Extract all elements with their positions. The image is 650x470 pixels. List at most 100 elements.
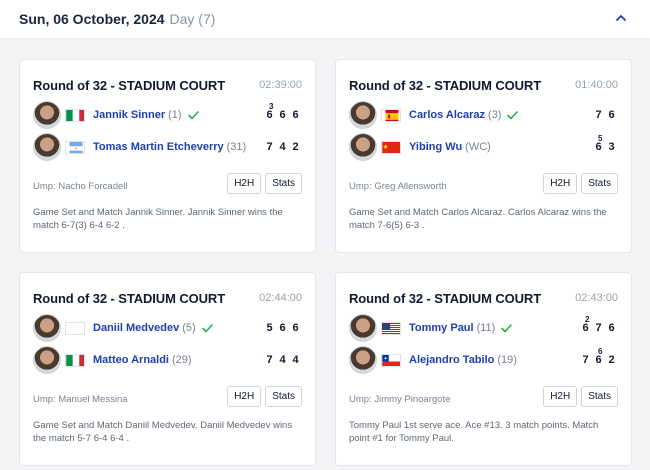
match-round: Round of 32 - STADIUM COURT [349, 78, 542, 93]
set-score: 6 [279, 109, 286, 121]
stats-button[interactable]: Stats [581, 173, 618, 194]
match-description: Tommy Paul 1st serve ace. Ace #13. 3 mat… [349, 420, 599, 444]
set-score: 6 [292, 322, 299, 334]
argentina-flag-icon [65, 140, 85, 154]
set-score: 4 [279, 354, 286, 366]
player-row: Alejandro Tabilo (19) 7 6 6 2 [349, 346, 618, 374]
set-score: 3 [608, 141, 615, 153]
match-duration: 02:43:00 [575, 292, 618, 304]
player-seed: (3) [488, 109, 502, 121]
player-avatar[interactable] [33, 101, 61, 129]
set-score: 7 [266, 141, 273, 153]
set-score: 7 [582, 354, 589, 366]
set-score: 65 [595, 134, 603, 153]
tiebreak-score: 5 [598, 134, 603, 143]
set-scores: 744 [263, 346, 302, 374]
player-name[interactable]: Daniil Medvedev [93, 322, 179, 334]
neutral-flag-icon [65, 321, 85, 335]
set-scores: 65 3 [592, 133, 618, 161]
set-score: 6 [608, 322, 615, 334]
player-seed: (31) [226, 141, 247, 153]
day-date: Sun, 06 October, 2024 [19, 11, 165, 27]
day-number: Day (7) [169, 11, 216, 27]
stats-button[interactable]: Stats [581, 386, 618, 407]
set-score: 4 [279, 141, 286, 153]
player-seed: (WC) [465, 141, 491, 153]
player-row: Tommy Paul (11) 6 2 7 6 [349, 314, 618, 342]
set-scores: 742 [263, 133, 302, 161]
player-row: Matteo Arnaldi (29) 7 4 4 [33, 346, 302, 374]
tiebreak-score: 6 [598, 347, 603, 356]
player-avatar[interactable] [33, 346, 61, 374]
match-description: Game Set and Match Daniil Medvedev. Dani… [33, 420, 293, 444]
set-score: 2 [608, 354, 615, 366]
player-row: Jannik Sinner (1) 6 3 6 6 [33, 101, 302, 129]
set-scores: 7 66 2 [579, 346, 618, 374]
umpire-name: Ump: Jimmy Pinoargote [349, 394, 451, 405]
winner-check-icon [507, 110, 519, 119]
stats-button[interactable]: Stats [265, 173, 302, 194]
h2h-button[interactable]: H2H [543, 386, 578, 407]
match-description: Game Set and Match Jannik Sinner. Jannik… [33, 207, 283, 231]
player-name[interactable]: Alejandro Tabilo [409, 354, 494, 366]
match-round: Round of 32 - STADIUM COURT [33, 78, 226, 93]
player-row: Daniil Medvedev (5) 5 6 6 [33, 314, 302, 342]
match-card[interactable]: Round of 32 - STADIUM COURT 01:40:00 Carlo… [335, 59, 632, 253]
player-name[interactable]: Yibing Wu [409, 141, 462, 153]
set-score: 6 [608, 109, 615, 121]
day-header[interactable]: Sun, 06 October, 2024 Day (7) [0, 0, 650, 38]
winner-check-icon [187, 110, 199, 119]
italy-flag-icon [65, 108, 85, 122]
set-score: 6 [292, 109, 299, 121]
set-score: 6 [279, 322, 286, 334]
player-name[interactable]: Tommy Paul [409, 322, 474, 334]
set-score: 62 [582, 315, 590, 334]
set-score: 7 [266, 354, 273, 366]
match-duration: 01:40:00 [575, 79, 618, 91]
player-seed: (5) [182, 322, 196, 334]
usa-flag-icon [381, 321, 401, 335]
set-score: 4 [292, 354, 299, 366]
player-avatar[interactable] [349, 133, 377, 161]
h2h-button[interactable]: H2H [543, 173, 578, 194]
player-avatar[interactable] [349, 346, 377, 374]
winner-check-icon [501, 323, 513, 332]
spain-flag-icon [381, 108, 401, 122]
player-avatar[interactable] [349, 101, 377, 129]
set-score: 66 [595, 347, 603, 366]
set-score: 7 [595, 322, 602, 334]
match-card[interactable]: Round of 32 - STADIUM COURT 02:43:00 Tommy… [335, 272, 632, 466]
umpire-name: Ump: Manuel Messina [33, 394, 128, 405]
match-round: Round of 32 - STADIUM COURT [349, 291, 542, 306]
match-description: Game Set and Match Carlos Alcaraz. Carlo… [349, 207, 607, 231]
stats-button[interactable]: Stats [265, 386, 302, 407]
chevron-up-icon[interactable] [614, 11, 628, 25]
tiebreak-score: 3 [269, 102, 274, 111]
umpire-name: Ump: Greg Allensworth [349, 181, 447, 192]
player-row: Carlos Alcaraz (3) 7 6 [349, 101, 618, 129]
player-row: Yibing Wu (WC) 6 5 3 [349, 133, 618, 161]
match-duration: 02:39:00 [259, 79, 302, 91]
player-avatar[interactable] [349, 314, 377, 342]
china-flag-icon [381, 140, 401, 154]
set-score: 63 [266, 102, 274, 121]
player-name[interactable]: Carlos Alcaraz [409, 109, 485, 121]
chile-flag-icon [381, 353, 401, 367]
h2h-button[interactable]: H2H [227, 386, 262, 407]
player-avatar[interactable] [33, 133, 61, 161]
player-name[interactable]: Tomas Martin Etcheverry [93, 141, 224, 153]
h2h-button[interactable]: H2H [227, 173, 262, 194]
set-scores: 62 76 [579, 314, 618, 342]
winner-check-icon [201, 323, 213, 332]
set-scores: 566 [263, 314, 302, 342]
match-card[interactable]: Round of 32 - STADIUM COURT 02:39:00 Janni… [19, 59, 316, 253]
player-name[interactable]: Matteo Arnaldi [93, 354, 169, 366]
player-name[interactable]: Jannik Sinner [93, 109, 165, 121]
set-scores: 76 [592, 101, 618, 129]
player-seed: (1) [168, 109, 182, 121]
player-row: Tomas Martin Etcheverry (31) 7 4 2 [33, 133, 302, 161]
match-card[interactable]: Round of 32 - STADIUM COURT 02:44:00 Danii… [19, 272, 316, 466]
set-score: 5 [266, 322, 273, 334]
player-seed: (11) [476, 322, 496, 334]
player-avatar[interactable] [33, 314, 61, 342]
